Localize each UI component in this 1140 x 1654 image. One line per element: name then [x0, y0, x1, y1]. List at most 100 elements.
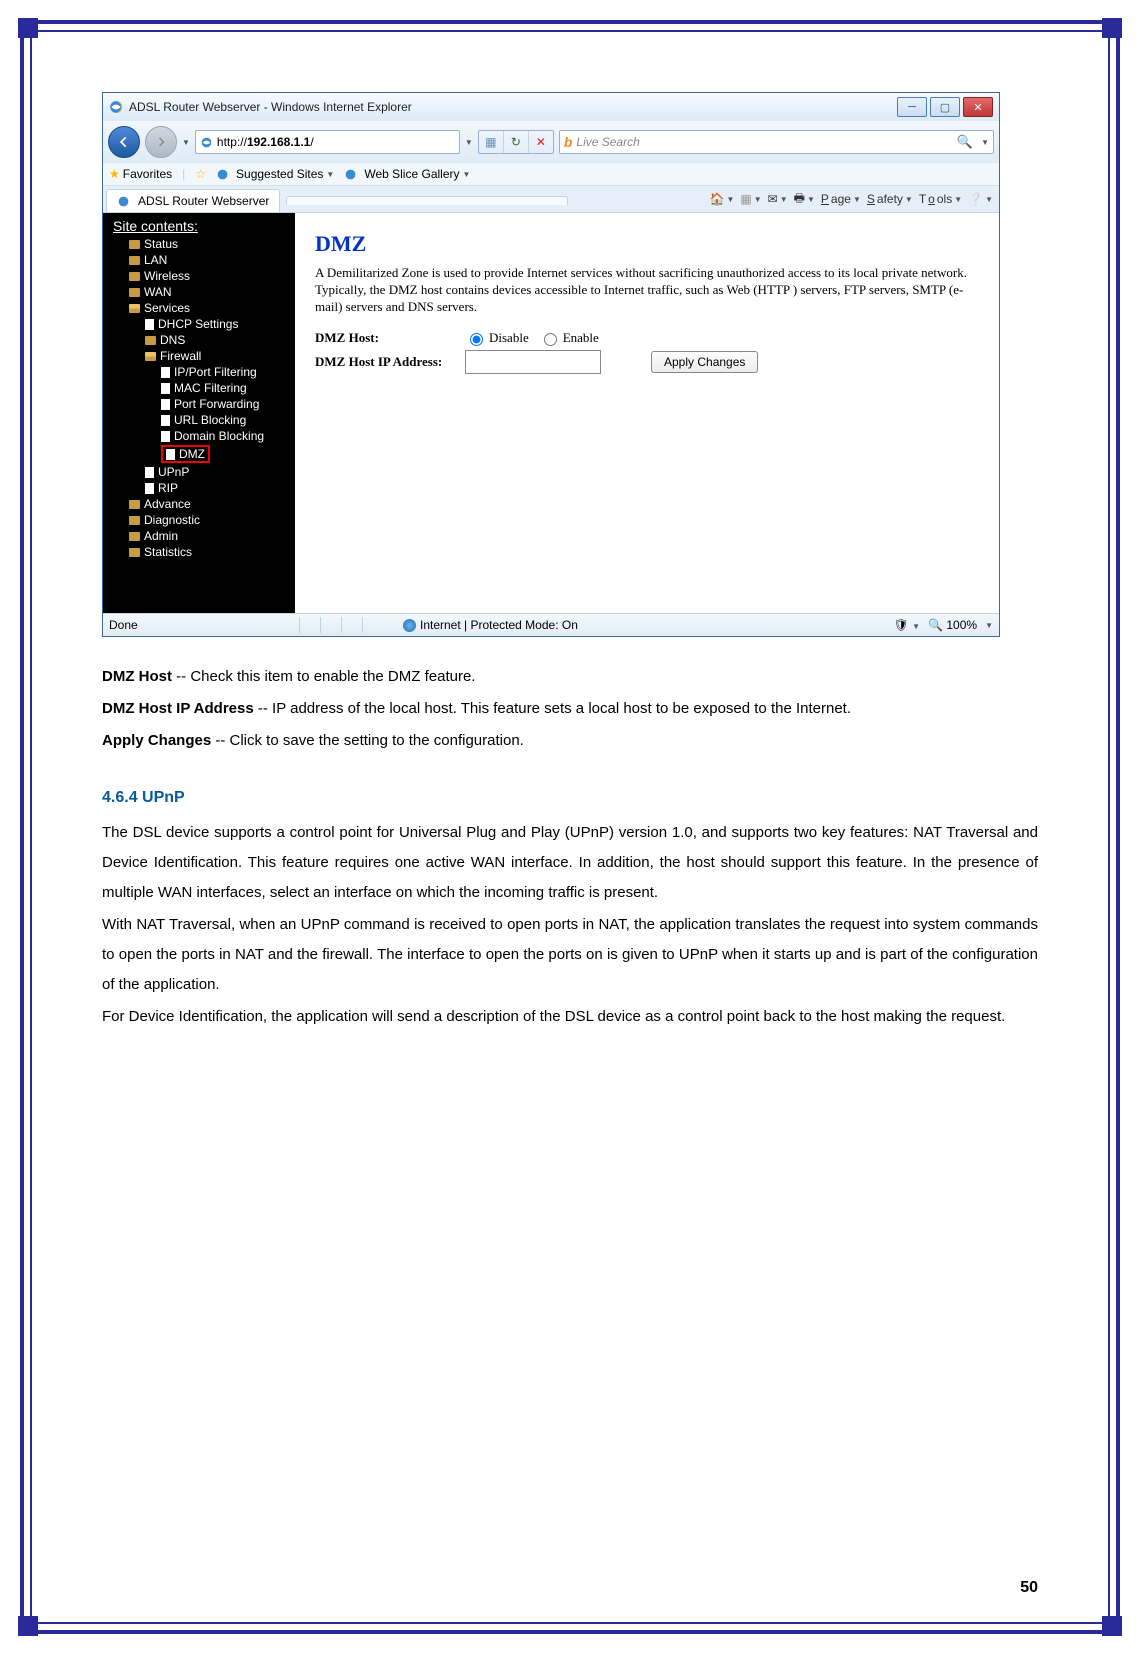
home-icon[interactable]: 🏠 ▼ — [710, 192, 735, 206]
favbar-star[interactable]: ☆ — [195, 167, 206, 181]
sidebar-item-admin[interactable]: Admin — [103, 528, 295, 544]
bing-icon: b — [564, 134, 573, 150]
status-mode: Internet | Protected Mode: On — [420, 618, 578, 632]
section-heading: 4.6.4 UPnP — [102, 782, 1038, 814]
radio-enable[interactable]: Enable — [539, 330, 599, 346]
sidebar: Site contents: Status LAN Wireless WAN S… — [103, 213, 295, 613]
folder-icon — [129, 532, 140, 541]
apply-button[interactable]: Apply Changes — [651, 351, 758, 373]
paragraph: For Device Identification, the applicati… — [102, 1002, 1038, 1032]
sidebar-item-dns[interactable]: DNS — [103, 332, 295, 348]
sidebar-item-services[interactable]: Services — [103, 300, 295, 316]
forward-button[interactable] — [145, 126, 177, 158]
sidebar-item-diagnostic[interactable]: Diagnostic — [103, 512, 295, 528]
folder-open-icon — [145, 352, 156, 361]
url-text: http://192.168.1.1/ — [217, 135, 314, 149]
term-dmz-ip: DMZ Host IP Address — [102, 700, 254, 717]
search-dropdown[interactable]: ▼ — [981, 138, 989, 147]
sidebar-item-statistics[interactable]: Statistics — [103, 544, 295, 560]
ie-small-icon — [117, 195, 130, 208]
term-dmz-host: DMZ Host — [102, 668, 172, 685]
sidebar-item-ipport[interactable]: IP/Port Filtering — [103, 364, 295, 380]
nav-bar: ▼ http://192.168.1.1/ ▼ ▦ ↻ ✕ b Live Sea… — [103, 121, 999, 163]
window-titlebar: ADSL Router Webserver - Windows Internet… — [103, 93, 999, 121]
page-icon — [200, 136, 213, 149]
suggested-sites-link[interactable]: Suggested Sites ▼ — [216, 167, 334, 181]
page-icon — [161, 367, 170, 378]
search-box[interactable]: b Live Search 🔍 ▼ — [559, 130, 994, 154]
tools-menu[interactable]: Tools ▼ — [919, 192, 962, 206]
sidebar-item-dhcp[interactable]: DHCP Settings — [103, 316, 295, 332]
zoom-dropdown[interactable]: ▼ — [985, 621, 993, 630]
sidebar-item-rip[interactable]: RIP — [103, 480, 295, 496]
maximize-button[interactable]: ▢ — [930, 97, 960, 117]
page-icon — [161, 383, 170, 394]
print-icon[interactable]: 🖶 ▼ — [794, 189, 815, 210]
sidebar-item-wireless[interactable]: Wireless — [103, 268, 295, 284]
sidebar-item-domainblock[interactable]: Domain Blocking — [103, 428, 295, 444]
sidebar-item-firewall[interactable]: Firewall — [103, 348, 295, 364]
star-icon: ★ — [109, 167, 120, 181]
lock-icon[interactable]: 🛡 ▼ — [894, 618, 921, 632]
page-number: 50 — [1020, 1579, 1038, 1597]
sidebar-item-wan[interactable]: WAN — [103, 284, 295, 300]
feed-icon[interactable]: ▦ ▼ — [740, 192, 761, 206]
main-content: DMZ A Demilitarized Zone is used to prov… — [295, 213, 999, 613]
sidebar-item-dmz[interactable]: DMZ — [103, 444, 295, 464]
refresh-button[interactable]: ↻ — [504, 131, 529, 153]
search-placeholder: Live Search — [576, 135, 948, 149]
sidebar-item-upnp[interactable]: UPnP — [103, 464, 295, 480]
sidebar-header: Site contents: — [103, 216, 295, 236]
favorites-bar: ★ Favorites | ☆ Suggested Sites ▼ — [103, 163, 999, 186]
page-icon — [145, 467, 154, 478]
folder-icon — [129, 500, 140, 509]
page-icon — [161, 399, 170, 410]
address-bar[interactable]: http://192.168.1.1/ — [195, 130, 460, 154]
page-icon — [161, 431, 170, 442]
ip-label: DMZ Host IP Address: — [315, 354, 455, 370]
folder-icon — [145, 336, 156, 345]
sidebar-item-lan[interactable]: LAN — [103, 252, 295, 268]
status-done: Done — [109, 618, 299, 632]
sidebar-item-portfwd[interactable]: Port Forwarding — [103, 396, 295, 412]
compat-icon[interactable]: ▦ — [479, 131, 504, 153]
tab-bar: ADSL Router Webserver 🏠 ▼ ▦ ▼ ✉ ▼ 🖶 ▼ Pa… — [103, 186, 999, 213]
sidebar-item-mac[interactable]: MAC Filtering — [103, 380, 295, 396]
ie-small-icon — [216, 168, 229, 181]
folder-icon — [129, 256, 140, 265]
nav-dropdown[interactable]: ▼ — [182, 138, 190, 147]
ie-small-icon — [344, 168, 357, 181]
minimize-button[interactable]: ─ — [897, 97, 927, 117]
tab-active[interactable]: ADSL Router Webserver — [106, 189, 280, 212]
page-menu[interactable]: Page ▼ — [821, 192, 861, 206]
mail-icon[interactable]: ✉ ▼ — [768, 192, 788, 206]
folder-icon — [129, 240, 140, 249]
dmz-host-label: DMZ Host: — [315, 330, 455, 346]
url-dropdown[interactable]: ▼ — [465, 138, 473, 147]
folder-icon — [129, 272, 140, 281]
page-icon — [161, 415, 170, 426]
document-body: DMZ Host -- Check this item to enable th… — [102, 662, 1038, 1032]
page-icon — [166, 449, 175, 460]
back-button[interactable] — [108, 126, 140, 158]
browser-window: ADSL Router Webserver - Windows Internet… — [102, 92, 1000, 637]
web-slice-link[interactable]: Web Slice Gallery ▼ — [344, 167, 470, 181]
radio-disable[interactable]: Disable — [465, 330, 529, 346]
folder-icon — [129, 548, 140, 557]
page-icon — [145, 483, 154, 494]
safety-menu[interactable]: Safety ▼ — [867, 192, 913, 206]
search-icon[interactable]: 🔍 — [953, 134, 977, 150]
zoom-icon[interactable]: 🔍 100% — [928, 618, 977, 632]
tab-empty[interactable] — [286, 196, 568, 205]
sidebar-item-status[interactable]: Status — [103, 236, 295, 252]
sidebar-item-advance[interactable]: Advance — [103, 496, 295, 512]
sidebar-item-urlblock[interactable]: URL Blocking — [103, 412, 295, 428]
content-title: DMZ — [315, 231, 979, 257]
ip-input[interactable] — [465, 350, 601, 374]
stop-button[interactable]: ✕ — [529, 131, 553, 153]
favorites-button[interactable]: ★ Favorites — [109, 167, 172, 181]
help-icon[interactable]: ❔▼ — [968, 192, 993, 206]
close-button[interactable]: ✕ — [963, 97, 993, 117]
page-icon — [145, 319, 154, 330]
status-bar: Done Internet | Protected Mode: On 🛡 ▼ 🔍… — [103, 613, 999, 636]
